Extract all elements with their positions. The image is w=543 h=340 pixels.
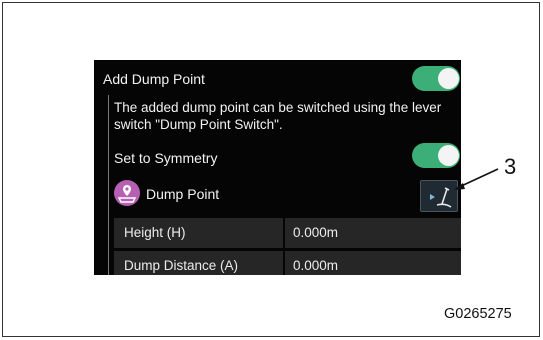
callout-leader-line	[454, 168, 499, 190]
figure-frame: Add Dump Point The added dump point can …	[2, 2, 540, 337]
figure-id: G0265275	[444, 306, 512, 322]
callout-number: 3	[504, 154, 517, 179]
